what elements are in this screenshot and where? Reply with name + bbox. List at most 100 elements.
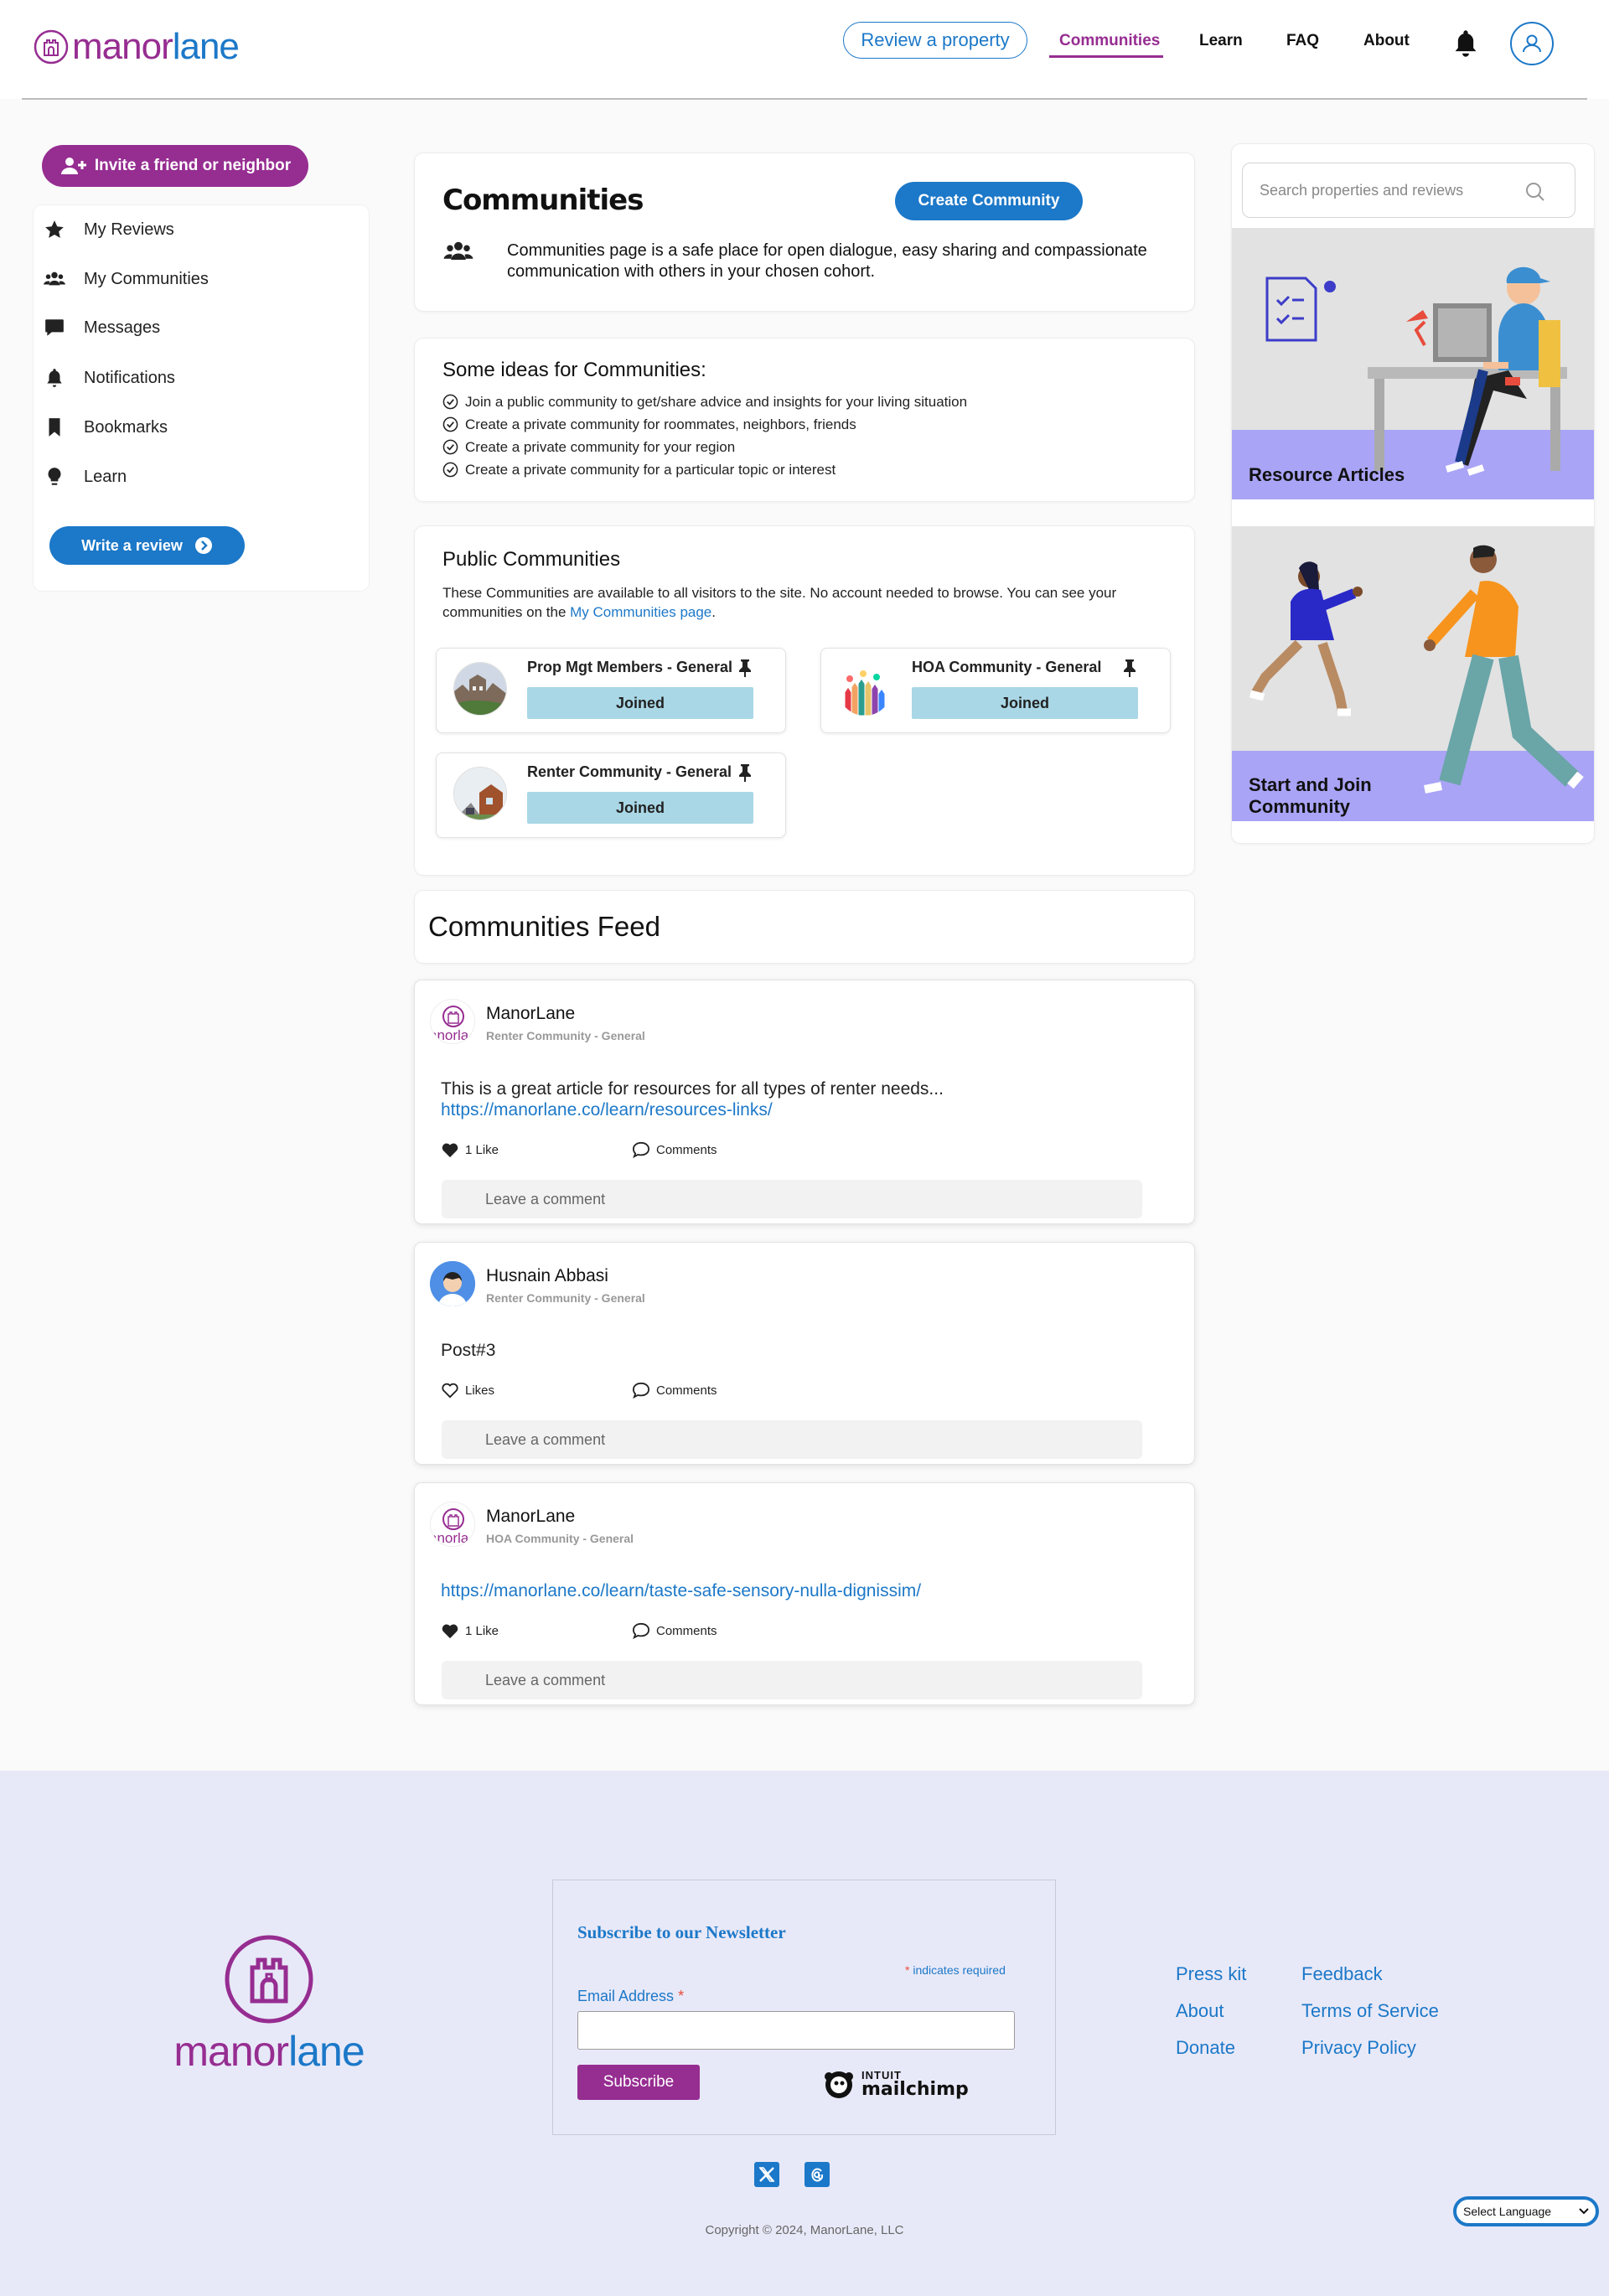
email-field[interactable] bbox=[577, 2011, 1015, 2050]
pin-icon[interactable] bbox=[737, 763, 753, 782]
like-button[interactable]: 1 Like bbox=[441, 1141, 499, 1158]
search-input[interactable]: Search properties and reviews bbox=[1242, 163, 1575, 218]
castle-logo-icon bbox=[34, 29, 69, 65]
user-plus-icon bbox=[60, 158, 86, 174]
bell-icon bbox=[47, 369, 62, 387]
create-community-button[interactable]: Create Community bbox=[895, 182, 1083, 220]
sidebar-item-messages[interactable]: Messages bbox=[44, 317, 160, 339]
idea-item: Create a private community for your regi… bbox=[442, 436, 967, 458]
required-asterisk: * bbox=[678, 1988, 685, 2004]
post-author[interactable]: ManorLane bbox=[486, 1004, 575, 1024]
ideas-list: Join a public community to get/share adv… bbox=[442, 390, 967, 481]
post-author[interactable]: Husnain Abbasi bbox=[486, 1266, 608, 1286]
sidebar-item-my-reviews[interactable]: My Reviews bbox=[44, 219, 174, 240]
sidebar-menu: My Reviews My Communities Messages Notif… bbox=[34, 205, 369, 591]
language-select[interactable]: Select Language bbox=[1453, 2196, 1599, 2226]
post-community[interactable]: Renter Community - General bbox=[486, 1029, 645, 1042]
joined-button[interactable]: Joined bbox=[527, 687, 753, 719]
comments-button[interactable]: Comments bbox=[632, 1141, 717, 1158]
footer-link-terms[interactable]: Terms of Service bbox=[1301, 2000, 1439, 2022]
comments-button[interactable]: Comments bbox=[632, 1622, 717, 1639]
search-placeholder: Search properties and reviews bbox=[1260, 181, 1464, 199]
desc-text: These Communities are available to all v… bbox=[442, 585, 1117, 620]
start-join-community-tile[interactable]: Start and Join Community bbox=[1232, 526, 1594, 821]
x-twitter-icon[interactable] bbox=[754, 2162, 779, 2187]
bell-icon[interactable] bbox=[1452, 29, 1479, 58]
idea-text: Join a public community to get/share adv… bbox=[465, 393, 968, 410]
community-name: HOA Community - General bbox=[912, 659, 1102, 675]
comments-label: Comments bbox=[656, 1142, 717, 1157]
community-card-renter[interactable]: Renter Community - General Joined bbox=[436, 752, 786, 838]
nav-active-underline bbox=[1049, 55, 1163, 58]
community-avatar bbox=[838, 662, 892, 716]
author-avatar[interactable]: anorla bbox=[430, 999, 475, 1044]
email-label-text: Email Address bbox=[577, 1988, 675, 2004]
invite-friend-button[interactable]: Invite a friend or neighbor bbox=[42, 145, 308, 187]
footer-link-privacy[interactable]: Privacy Policy bbox=[1301, 2037, 1416, 2059]
comment-icon bbox=[632, 1141, 650, 1158]
page-title: Communities bbox=[442, 184, 644, 217]
joined-button[interactable]: Joined bbox=[527, 792, 753, 824]
right-sidebar: Search properties and reviews Resource A… bbox=[1232, 144, 1594, 843]
my-communities-link[interactable]: My Communities page bbox=[570, 604, 711, 620]
threads-icon[interactable] bbox=[804, 2162, 830, 2187]
comment-input[interactable]: Leave a comment bbox=[442, 1420, 1142, 1459]
communities-intro-card: Communities Create Community Communities… bbox=[415, 153, 1194, 311]
sidebar-item-notifications[interactable]: Notifications bbox=[44, 367, 175, 389]
like-count: Likes bbox=[465, 1383, 495, 1398]
pin-icon[interactable] bbox=[737, 659, 753, 677]
users-icon bbox=[44, 271, 65, 286]
review-property-button[interactable]: Review a property bbox=[843, 22, 1027, 59]
post-link[interactable]: https://manorlane.co/learn/resources-lin… bbox=[441, 1100, 773, 1120]
user-icon bbox=[1523, 34, 1541, 53]
post-community[interactable]: HOA Community - General bbox=[486, 1532, 634, 1545]
community-card-hoa[interactable]: HOA Community - General Joined bbox=[820, 648, 1171, 733]
nav-learn[interactable]: Learn bbox=[1199, 32, 1243, 50]
pin-icon[interactable] bbox=[1121, 659, 1138, 677]
like-button[interactable]: Likes bbox=[441, 1382, 494, 1399]
footer-link-about[interactable]: About bbox=[1176, 2000, 1224, 2022]
like-button[interactable]: 1 Like bbox=[441, 1622, 499, 1639]
resource-articles-label: Resource Articles bbox=[1249, 464, 1405, 485]
message-icon bbox=[45, 319, 64, 336]
comment-icon bbox=[632, 1622, 650, 1639]
post-community[interactable]: Renter Community - General bbox=[486, 1291, 645, 1305]
sidebar-item-bookmarks[interactable]: Bookmarks bbox=[44, 416, 168, 438]
footer-link-donate[interactable]: Donate bbox=[1176, 2037, 1235, 2059]
comment-input[interactable]: Leave a comment bbox=[442, 1180, 1142, 1218]
mailchimp-badge[interactable]: INTUIT mailchimp bbox=[821, 2066, 969, 2102]
footer-link-press-kit[interactable]: Press kit bbox=[1176, 1963, 1246, 1985]
comments-button[interactable]: Comments bbox=[632, 1382, 717, 1399]
joined-button[interactable]: Joined bbox=[912, 687, 1138, 719]
resource-articles-tile[interactable]: Resource Articles bbox=[1232, 228, 1594, 499]
feed-post: anorla ManorLane HOA Community - General… bbox=[415, 1483, 1194, 1704]
footer-link-feedback[interactable]: Feedback bbox=[1301, 1963, 1383, 1985]
bookmark-icon bbox=[49, 418, 60, 437]
nav-communities[interactable]: Communities bbox=[1059, 32, 1160, 50]
nav-faq[interactable]: FAQ bbox=[1286, 32, 1319, 50]
write-review-button[interactable]: Write a review bbox=[49, 526, 245, 565]
sidebar-item-learn[interactable]: Learn bbox=[44, 466, 127, 488]
search-icon[interactable] bbox=[1524, 181, 1546, 203]
account-avatar-button[interactable] bbox=[1510, 22, 1554, 65]
chevron-right-circle-icon bbox=[194, 537, 212, 554]
sidebar-item-label: Notifications bbox=[84, 368, 175, 387]
svg-text:anorla: anorla bbox=[431, 1027, 469, 1043]
post-link[interactable]: https://manorlane.co/learn/taste-safe-se… bbox=[441, 1581, 921, 1601]
author-avatar[interactable]: anorla bbox=[430, 1502, 475, 1547]
site-logo[interactable]: manorlane bbox=[34, 28, 240, 65]
community-card-prop-mgt[interactable]: Prop Mgt Members - General Joined bbox=[436, 648, 786, 733]
newsletter-title: Subscribe to our Newsletter bbox=[577, 1922, 786, 1942]
comment-input[interactable]: Leave a comment bbox=[442, 1661, 1142, 1699]
sidebar-item-my-communities[interactable]: My Communities bbox=[44, 268, 209, 290]
post-author[interactable]: ManorLane bbox=[486, 1507, 575, 1527]
required-asterisk: * bbox=[905, 1963, 910, 1977]
check-circle-icon bbox=[442, 416, 458, 432]
nav-about[interactable]: About bbox=[1363, 32, 1410, 50]
subscribe-button[interactable]: Subscribe bbox=[577, 2065, 700, 2100]
heart-filled-icon bbox=[442, 1624, 458, 1639]
footer-logo[interactable]: manorlane bbox=[160, 1934, 378, 2072]
author-avatar[interactable] bbox=[430, 1261, 475, 1306]
mailchimp-word: mailchimp bbox=[861, 2078, 969, 2100]
public-communities-title: Public Communities bbox=[442, 548, 621, 571]
